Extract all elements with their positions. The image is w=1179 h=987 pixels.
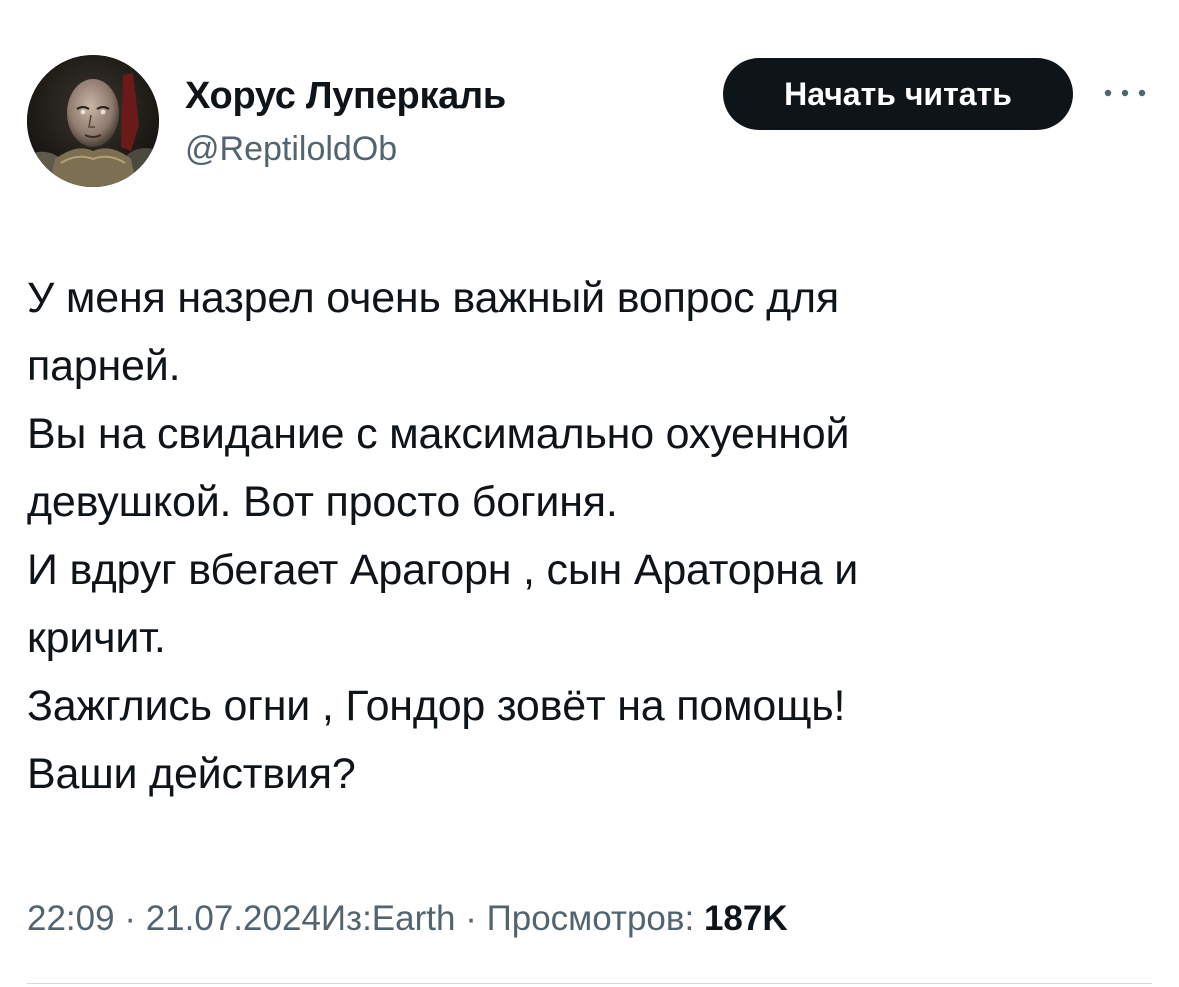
divider: [27, 983, 1152, 984]
meta-separator: ·: [455, 899, 487, 938]
author-handle[interactable]: @ReptiloldOb: [185, 127, 397, 171]
meta-separator: ·: [114, 899, 146, 938]
tweet-text: У меня назрел очень важный вопрос для па…: [27, 264, 1147, 808]
tweet-source-prefix: Из:Earth: [320, 899, 456, 938]
tweet-card: Хорус Луперкаль @ReptiloldOb Начать чита…: [0, 0, 1179, 987]
tweet-text-line: девушкой. Вот просто богиня.: [27, 478, 618, 526]
tweet-text-line: Ваши действия?: [27, 750, 356, 798]
tweet-meta: 22:09 · 21.07.2024Из:Earth · Просмотров:…: [27, 895, 788, 943]
views-count[interactable]: 187K: [704, 899, 788, 938]
tweet-date[interactable]: 21.07.2024: [146, 899, 321, 938]
tweet-text-line: У меня назрел очень важный вопрос для: [27, 274, 839, 322]
views-label: Просмотров:: [486, 899, 704, 938]
more-horizontal-icon: [1104, 89, 1146, 97]
more-options-button[interactable]: [1098, 78, 1152, 108]
follow-button[interactable]: Начать читать: [723, 58, 1073, 130]
tweet-text-line: Вы на свидание с максимально охуенной: [27, 410, 850, 458]
tweet-text-line: Зажглись огни , Гондор зовёт на помощь!: [27, 682, 846, 730]
tweet-text-line: И вдруг вбегает Арагорн , сын Араторна и: [27, 546, 859, 594]
tweet-time[interactable]: 22:09: [27, 899, 115, 938]
tweet-text-line: кричит.: [27, 614, 166, 662]
author-display-name[interactable]: Хорус Луперкаль: [185, 72, 506, 120]
tweet-text-line: парней.: [27, 342, 181, 390]
warrior-portrait-avatar: [27, 55, 159, 187]
user-avatar[interactable]: [27, 55, 159, 187]
